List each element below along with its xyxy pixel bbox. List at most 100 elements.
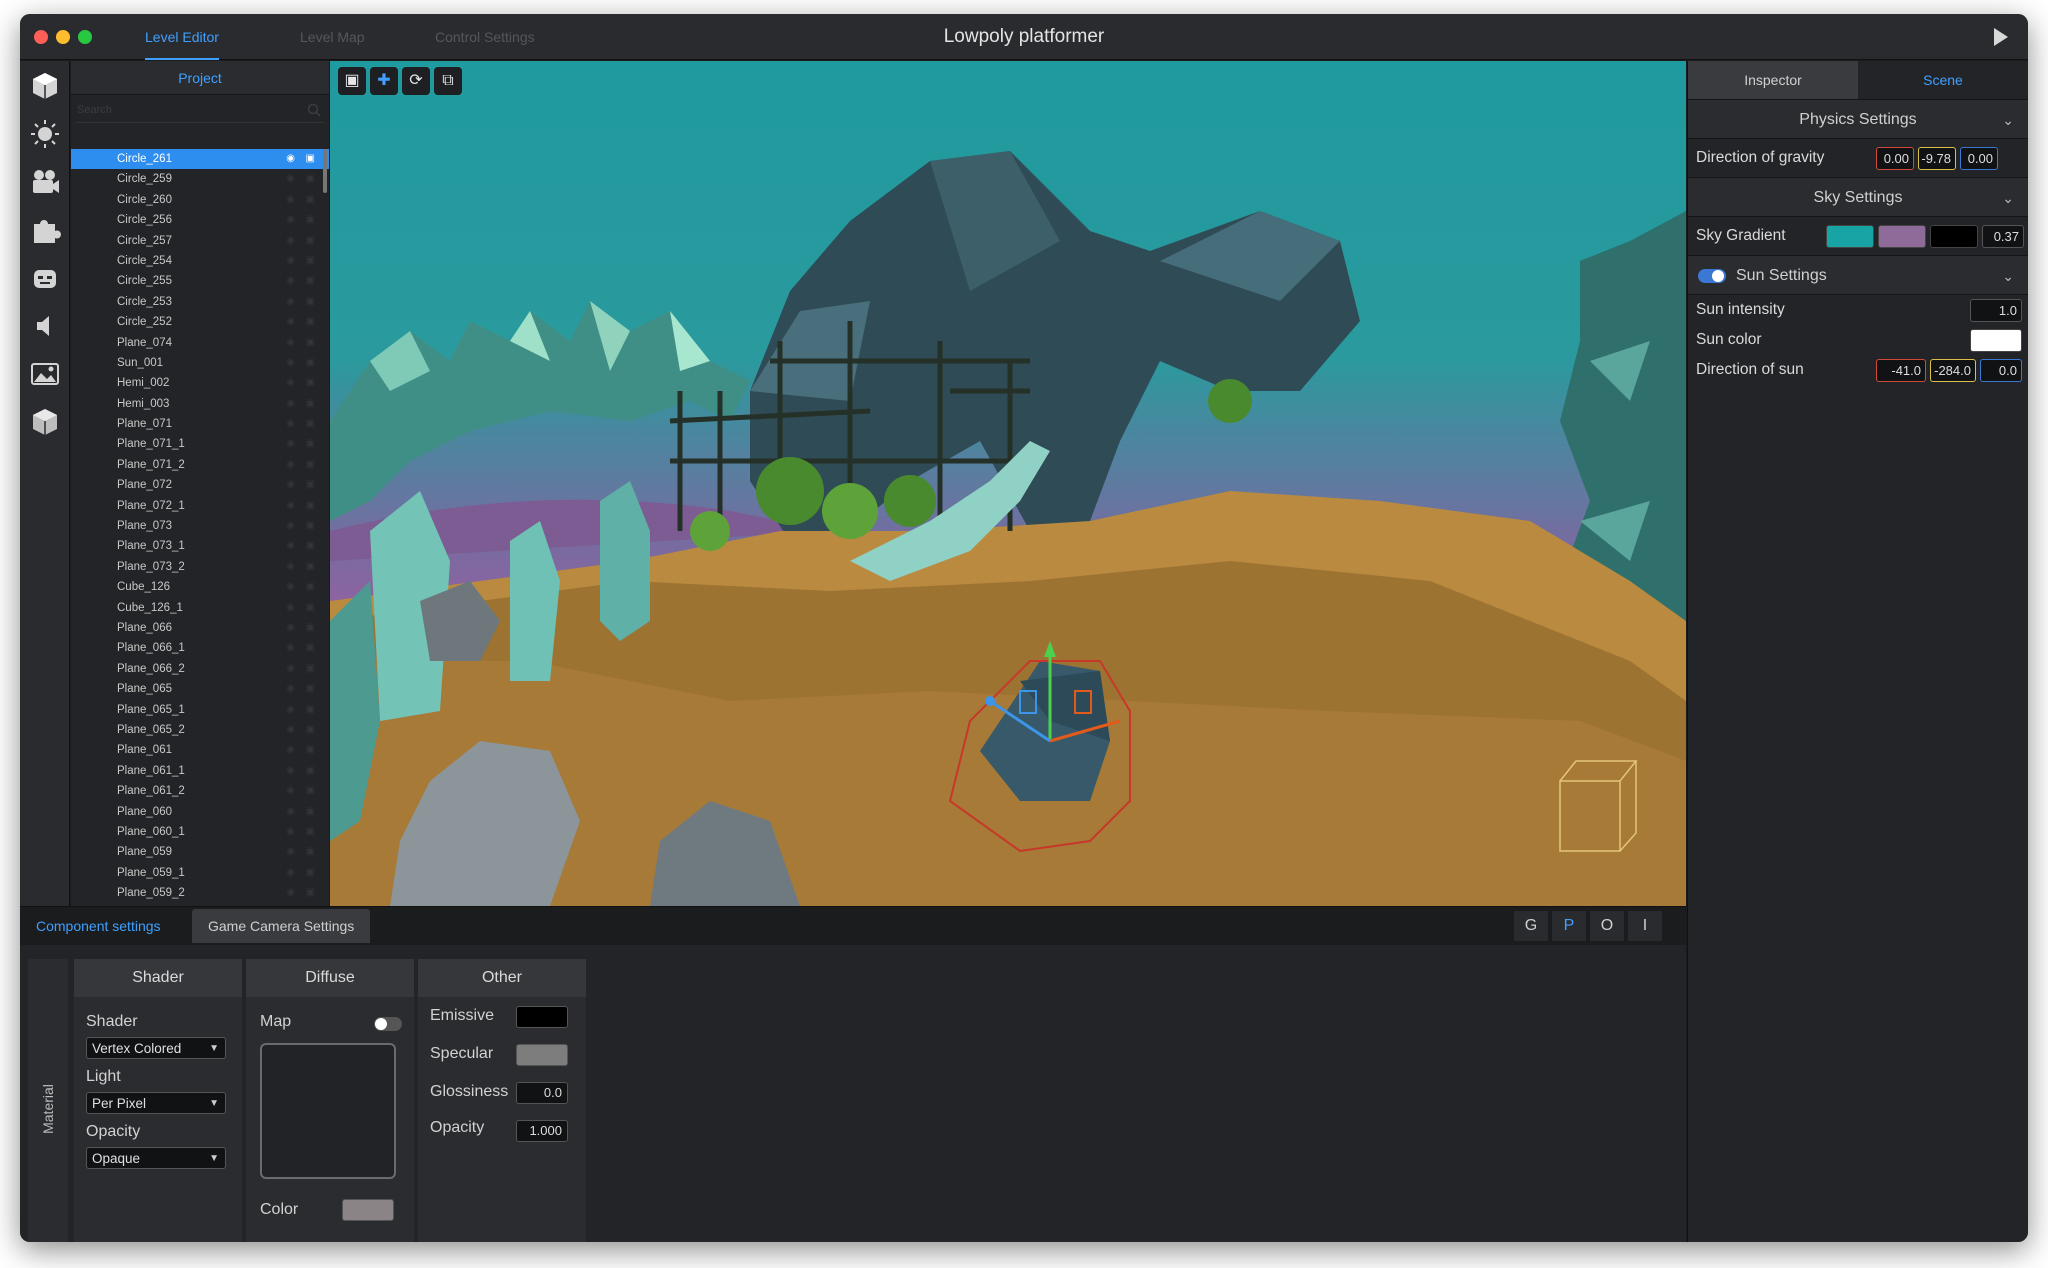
lock-icon[interactable]: ▣ — [306, 740, 315, 760]
lock-icon[interactable]: ▣ — [306, 516, 315, 536]
tab-inspector[interactable]: Inspector — [1688, 61, 1858, 99]
lock-icon[interactable]: ▣ — [306, 659, 315, 679]
project-scrollbar[interactable] — [323, 149, 327, 193]
light-select[interactable]: Per Pixel ▼ — [86, 1092, 226, 1114]
cube-icon[interactable] — [28, 69, 62, 103]
sun-intensity-field[interactable]: 1.0 — [1970, 299, 2022, 322]
gravity-x-field[interactable]: 0.00 — [1876, 147, 1914, 170]
list-item[interactable]: Hemi_003 ◉ ▣ — [71, 394, 329, 414]
eye-icon[interactable]: ◉ — [286, 740, 295, 760]
sun-direction-x-field[interactable]: -41.0 — [1876, 359, 1926, 382]
gravity-y-field[interactable]: -9.78 — [1918, 147, 1956, 170]
list-item[interactable]: Plane_065 ◉ ▣ — [71, 679, 329, 699]
lock-icon[interactable]: ▣ — [306, 496, 315, 516]
shader-select[interactable]: Vertex Colored ▼ — [86, 1037, 226, 1059]
eye-icon[interactable]: ◉ — [286, 802, 295, 822]
lock-icon[interactable]: ▣ — [306, 536, 315, 556]
chevron-down-icon[interactable]: ⌄ — [2002, 100, 2014, 140]
list-item[interactable]: Circle_256 ◉ ▣ — [71, 210, 329, 230]
lock-icon[interactable]: ▣ — [306, 373, 315, 393]
eye-icon[interactable]: ◉ — [286, 536, 295, 556]
view-o-button[interactable]: O — [1590, 911, 1624, 941]
eye-icon[interactable]: ◉ — [286, 496, 295, 516]
sky-gradient-color-3[interactable] — [1930, 225, 1978, 248]
move-icon[interactable]: ✚ — [370, 67, 398, 95]
lock-icon[interactable]: ▣ — [306, 883, 315, 903]
list-item[interactable]: Plane_073_1 ◉ ▣ — [71, 536, 329, 556]
list-item[interactable]: Plane_066 ◉ ▣ — [71, 618, 329, 638]
lock-icon[interactable]: ▣ — [306, 210, 315, 230]
lock-icon[interactable]: ▣ — [306, 598, 315, 618]
lock-icon[interactable]: ▣ — [306, 822, 315, 842]
list-item[interactable]: Plane_059_2 ◉ ▣ — [71, 883, 329, 903]
sun-settings-header[interactable]: Sun Settings ⌄ — [1688, 255, 2028, 295]
eye-icon[interactable]: ◉ — [286, 333, 295, 353]
light-icon[interactable] — [28, 117, 62, 151]
lock-icon[interactable]: ▣ — [306, 618, 315, 638]
lock-icon[interactable]: ▣ — [306, 863, 315, 883]
eye-icon[interactable]: ◉ — [286, 251, 295, 271]
eye-icon[interactable]: ◉ — [286, 434, 295, 454]
list-item[interactable]: Plane_060 ◉ ▣ — [71, 802, 329, 822]
sky-gradient-color-1[interactable] — [1826, 225, 1874, 248]
lock-icon[interactable]: ▣ — [306, 333, 315, 353]
eye-icon[interactable]: ◉ — [286, 679, 295, 699]
eye-icon[interactable]: ◉ — [286, 700, 295, 720]
eye-icon[interactable]: ◉ — [286, 659, 295, 679]
lock-icon[interactable]: ▣ — [306, 312, 315, 332]
camera-icon[interactable] — [28, 165, 62, 199]
lock-icon[interactable]: ▣ — [306, 842, 315, 862]
list-item[interactable]: Plane_072 ◉ ▣ — [71, 475, 329, 495]
lock-icon[interactable]: ▣ — [306, 761, 315, 781]
sky-gradient-value[interactable]: 0.37 — [1982, 225, 2024, 248]
eye-icon[interactable]: ◉ — [286, 292, 295, 312]
list-item[interactable]: Cube_126 ◉ ▣ — [71, 577, 329, 597]
eye-icon[interactable]: ◉ — [286, 598, 295, 618]
chevron-down-icon[interactable]: ⌄ — [2002, 178, 2014, 218]
list-item[interactable]: Plane_071_2 ◉ ▣ — [71, 455, 329, 475]
package-icon[interactable] — [28, 405, 62, 439]
list-item[interactable]: Plane_071 ◉ ▣ — [71, 414, 329, 434]
eye-icon[interactable]: ◉ — [286, 394, 295, 414]
tab-game-camera-settings[interactable]: Game Camera Settings — [192, 909, 371, 943]
lock-icon[interactable]: ▣ — [306, 292, 315, 312]
map-texture-slot[interactable] — [260, 1043, 396, 1179]
lock-icon[interactable]: ▣ — [306, 414, 315, 434]
list-item[interactable]: Plane_065_2 ◉ ▣ — [71, 720, 329, 740]
lock-icon[interactable]: ▣ — [306, 557, 315, 577]
sun-color-swatch[interactable] — [1970, 329, 2022, 352]
list-item[interactable]: Plane_072_1 ◉ ▣ — [71, 496, 329, 516]
tab-component-settings[interactable]: Component settings — [20, 909, 177, 943]
eye-icon[interactable]: ◉ — [286, 149, 295, 169]
lock-icon[interactable]: ▣ — [306, 781, 315, 801]
eye-icon[interactable]: ◉ — [286, 373, 295, 393]
gravity-z-field[interactable]: 0.00 — [1960, 147, 1998, 170]
eye-icon[interactable]: ◉ — [286, 231, 295, 251]
list-item[interactable]: Circle_260 ◉ ▣ — [71, 190, 329, 210]
lock-icon[interactable]: ▣ — [306, 700, 315, 720]
sky-gradient-color-2[interactable] — [1878, 225, 1926, 248]
list-item[interactable]: Plane_060_1 ◉ ▣ — [71, 822, 329, 842]
eye-icon[interactable]: ◉ — [286, 516, 295, 536]
list-item[interactable]: Sun_001 ◉ ▣ — [71, 353, 329, 373]
opacity-select[interactable]: Opaque ▼ — [86, 1147, 226, 1169]
eye-icon[interactable]: ◉ — [286, 557, 295, 577]
eye-icon[interactable]: ◉ — [286, 842, 295, 862]
eye-icon[interactable]: ◉ — [286, 761, 295, 781]
puzzle-icon[interactable] — [28, 213, 62, 247]
lock-icon[interactable]: ▣ — [306, 190, 315, 210]
lock-icon[interactable]: ▣ — [306, 271, 315, 291]
eye-icon[interactable]: ◉ — [286, 720, 295, 740]
eye-icon[interactable]: ◉ — [286, 475, 295, 495]
tab-scene[interactable]: Scene — [1858, 61, 2028, 99]
eye-icon[interactable]: ◉ — [286, 618, 295, 638]
eye-icon[interactable]: ◉ — [286, 190, 295, 210]
emissive-color-swatch[interactable] — [516, 1006, 568, 1028]
list-item[interactable]: Plane_066_1 ◉ ▣ — [71, 638, 329, 658]
eye-icon[interactable]: ◉ — [286, 883, 295, 903]
view-g-button[interactable]: G — [1514, 911, 1548, 941]
eye-icon[interactable]: ◉ — [286, 822, 295, 842]
scene-viewport[interactable]: ▣ ✚ ⟳ ⧉ — [330, 61, 1686, 906]
list-item[interactable]: Plane_065_1 ◉ ▣ — [71, 700, 329, 720]
list-item[interactable]: Plane_059_1 ◉ ▣ — [71, 863, 329, 883]
